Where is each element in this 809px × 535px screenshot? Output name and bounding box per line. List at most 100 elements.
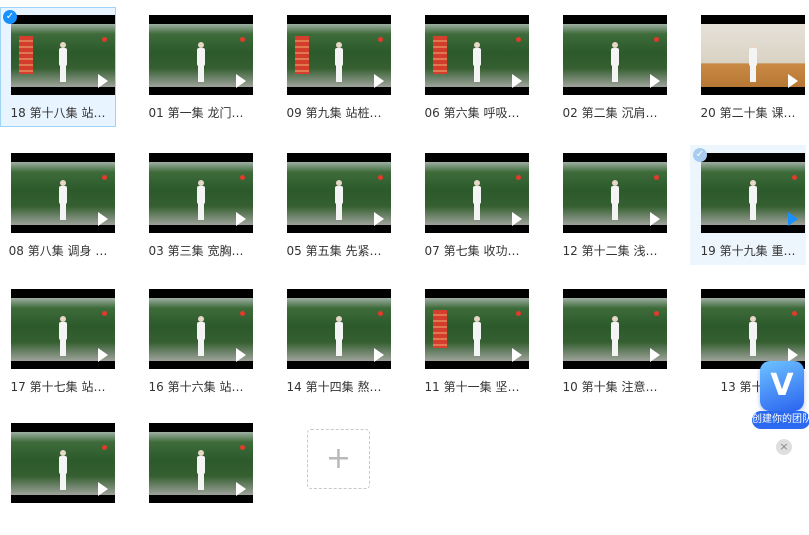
title-banner xyxy=(433,310,447,348)
video-thumbnail xyxy=(149,289,253,369)
play-icon[interactable] xyxy=(650,74,660,88)
file-name: 05 第五集 先紧… xyxy=(286,244,382,258)
app-logo-icon: V xyxy=(760,361,804,411)
video-file-item[interactable]: 10 第十集 注意… xyxy=(552,281,668,401)
video-file-item[interactable]: 17 第十七集 站… xyxy=(0,281,116,401)
logo-mark-icon xyxy=(240,311,245,316)
create-team-caption: 创建你的团队 xyxy=(752,411,809,429)
file-name: 18 第十八集 站… xyxy=(10,106,106,120)
person-figure xyxy=(197,316,205,356)
logo-mark-icon xyxy=(654,175,659,180)
logo-mark-icon xyxy=(516,37,521,42)
video-file-item[interactable]: 12 第十二集 浅… xyxy=(552,145,668,265)
video-thumbnail xyxy=(563,15,667,95)
close-icon[interactable]: × xyxy=(776,439,792,455)
video-file-item[interactable]: 14 第十四集 熬… xyxy=(276,281,392,401)
file-name: 20 第二十集 课… xyxy=(700,106,796,120)
file-name: 17 第十七集 站… xyxy=(10,380,106,394)
video-file-item[interactable]: 06 第六集 呼吸… xyxy=(414,7,530,127)
video-file-item[interactable]: 07 第七集 收功… xyxy=(414,145,530,265)
file-name: 01 第一集 龙门… xyxy=(148,106,244,120)
video-file-item[interactable]: 08 第八集 调身 … xyxy=(0,145,116,265)
person-figure xyxy=(749,316,757,356)
play-icon[interactable] xyxy=(650,348,660,362)
play-icon[interactable] xyxy=(98,212,108,226)
person-figure xyxy=(335,180,343,220)
play-icon[interactable] xyxy=(650,212,660,226)
file-name: 14 第十四集 熬… xyxy=(286,380,382,394)
file-name: 02 第二集 沉肩… xyxy=(562,106,658,120)
video-thumbnail xyxy=(287,15,391,95)
video-thumbnail xyxy=(149,423,253,503)
play-icon[interactable] xyxy=(236,212,246,226)
person-figure xyxy=(611,180,619,220)
play-icon[interactable] xyxy=(788,74,798,88)
logo-mark-icon xyxy=(240,37,245,42)
play-icon[interactable] xyxy=(98,348,108,362)
file-name: 10 第十集 注意… xyxy=(562,380,658,394)
play-icon[interactable] xyxy=(374,212,384,226)
video-file-item[interactable]: 16 第十六集 站… xyxy=(138,281,254,401)
video-thumbnail xyxy=(563,289,667,369)
play-icon[interactable] xyxy=(236,482,246,496)
title-banner xyxy=(295,36,309,74)
file-name: 08 第八集 调身 … xyxy=(8,244,108,258)
video-file-item[interactable]: 03 第三集 宽胸… xyxy=(138,145,254,265)
video-file-item[interactable]: 01 第一集 龙门… xyxy=(138,7,254,127)
logo-mark-icon xyxy=(378,175,383,180)
play-icon[interactable] xyxy=(98,74,108,88)
person-figure xyxy=(611,42,619,82)
video-file-item[interactable]: ✓ 19 第十九集 重… xyxy=(690,145,806,265)
play-icon[interactable] xyxy=(512,348,522,362)
logo-mark-icon xyxy=(516,175,521,180)
person-figure xyxy=(197,180,205,220)
video-thumbnail xyxy=(287,289,391,369)
play-icon[interactable] xyxy=(236,348,246,362)
logo-mark-icon xyxy=(792,175,797,180)
file-name: 11 第十一集 坚… xyxy=(424,380,520,394)
video-thumbnail xyxy=(11,423,115,503)
video-thumbnail xyxy=(11,15,115,95)
person-figure xyxy=(59,42,67,82)
checkbox-icon[interactable]: ✓ xyxy=(3,10,17,24)
video-file-item[interactable] xyxy=(138,415,254,535)
video-file-item[interactable]: 05 第五集 先紧… xyxy=(276,145,392,265)
video-thumbnail xyxy=(563,153,667,233)
video-file-item[interactable]: 20 第二十集 课… xyxy=(690,7,806,127)
video-file-item[interactable]: ✓ 18 第十八集 站… xyxy=(0,7,116,127)
create-team-widget[interactable]: V 创建你的团队 xyxy=(752,361,809,431)
video-file-item[interactable]: 02 第二集 沉肩… xyxy=(552,7,668,127)
file-name: 03 第三集 宽胸… xyxy=(148,244,244,258)
video-file-item[interactable]: 11 第十一集 坚… xyxy=(414,281,530,401)
checkbox-icon[interactable]: ✓ xyxy=(693,148,707,162)
add-file-button[interactable]: + xyxy=(307,429,370,489)
logo-mark-icon xyxy=(792,311,797,316)
file-name: 06 第六集 呼吸… xyxy=(424,106,520,120)
logo-mark-icon xyxy=(102,175,107,180)
person-figure xyxy=(473,180,481,220)
play-icon[interactable] xyxy=(512,74,522,88)
file-name: 16 第十六集 站… xyxy=(148,380,244,394)
person-figure xyxy=(59,450,67,490)
video-thumbnail xyxy=(701,153,805,233)
play-icon[interactable] xyxy=(512,212,522,226)
play-icon[interactable] xyxy=(374,74,384,88)
play-icon[interactable] xyxy=(788,212,798,226)
logo-mark-icon xyxy=(102,445,107,450)
video-thumbnail xyxy=(149,15,253,95)
person-figure xyxy=(59,180,67,220)
plus-icon: + xyxy=(325,441,352,476)
video-thumbnail xyxy=(287,153,391,233)
logo-mark-icon xyxy=(240,175,245,180)
video-file-item[interactable] xyxy=(0,415,116,535)
person-figure xyxy=(197,42,205,82)
video-thumbnail xyxy=(701,15,805,95)
play-icon[interactable] xyxy=(98,482,108,496)
play-icon[interactable] xyxy=(374,348,384,362)
play-icon[interactable] xyxy=(236,74,246,88)
play-icon[interactable] xyxy=(788,348,798,362)
logo-mark-icon xyxy=(240,445,245,450)
video-file-item[interactable]: 09 第九集 站桩… xyxy=(276,7,392,127)
logo-mark-icon xyxy=(516,311,521,316)
logo-mark-icon xyxy=(654,37,659,42)
